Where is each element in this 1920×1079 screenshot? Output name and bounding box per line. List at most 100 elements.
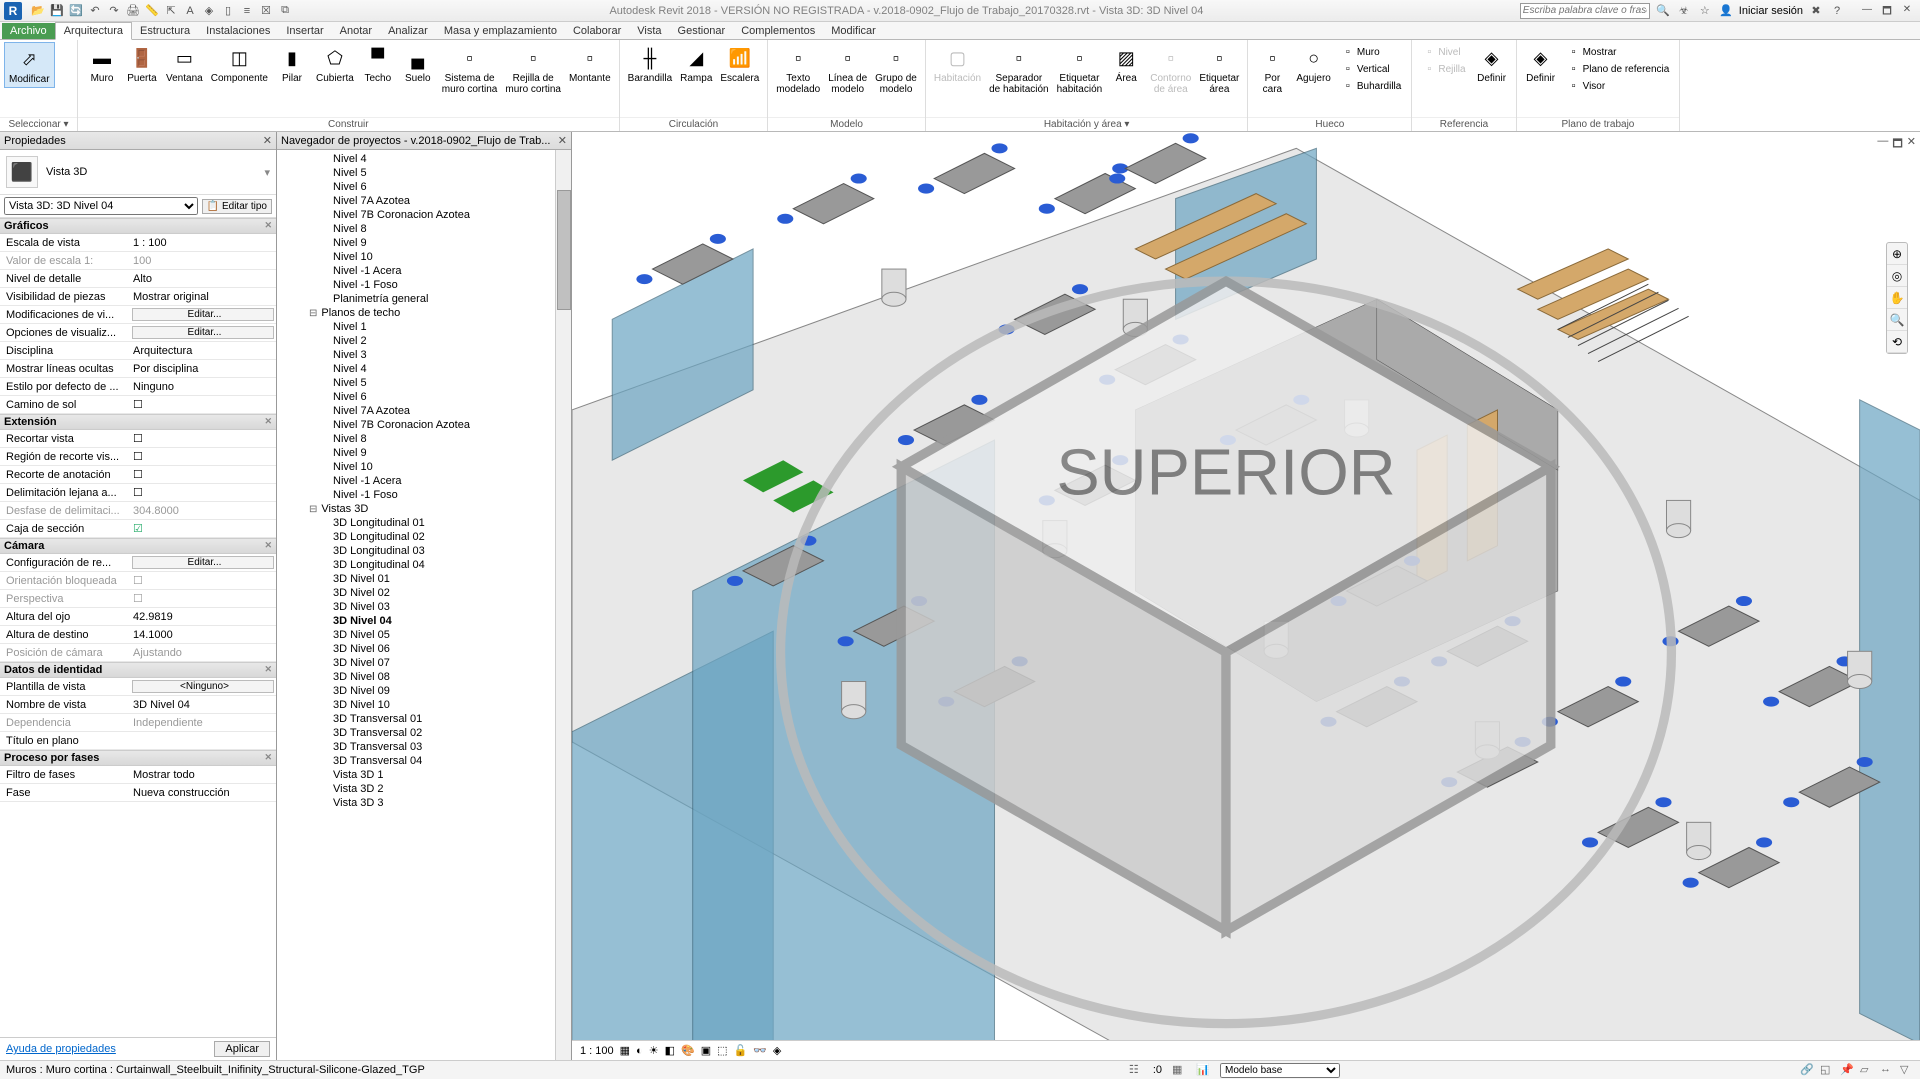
prop-value[interactable]: 1 : 100	[130, 237, 276, 249]
print-icon[interactable]: 🖨	[125, 3, 141, 19]
sun-icon[interactable]: ☀	[649, 1044, 659, 1057]
prop-group-gráficos[interactable]: Gráficos	[0, 218, 276, 234]
definir-tool[interactable]: ◈Definir	[1521, 42, 1561, 86]
browser-item[interactable]: Nivel 1	[277, 320, 571, 334]
browser-item[interactable]: Nivel 4	[277, 362, 571, 376]
browser-item[interactable]: Nivel 8	[277, 222, 571, 236]
steering-wheel-icon[interactable]: ◎	[1887, 265, 1907, 287]
lock-icon[interactable]: 🔓	[734, 1044, 748, 1057]
pan-icon[interactable]: ✋	[1887, 287, 1907, 309]
browser-item[interactable]: Vista 3D 2	[277, 782, 571, 796]
browser-item[interactable]: Nivel 3	[277, 348, 571, 362]
ventana-tool[interactable]: ▭Ventana	[162, 42, 207, 86]
prop-value[interactable]	[130, 450, 276, 463]
tab-anotar[interactable]: Anotar	[332, 23, 380, 39]
design-opt-icon[interactable]: 📊	[1196, 1063, 1210, 1077]
browser-item[interactable]: 3D Nivel 04	[277, 614, 571, 628]
prop-row[interactable]: Recortar vista	[0, 430, 276, 448]
properties-close-icon[interactable]: ✕	[263, 134, 272, 147]
view-area[interactable]: — 🗖 ✕	[572, 132, 1920, 1060]
search-icon[interactable]: 🔍	[1655, 3, 1671, 19]
nivel-tool[interactable]: ▫Nivel	[1420, 44, 1467, 60]
browser-item[interactable]: 3D Nivel 05	[277, 628, 571, 642]
rampa-tool[interactable]: ◢Rampa	[676, 42, 716, 86]
prop-group-proceso-por-fases[interactable]: Proceso por fases	[0, 750, 276, 766]
prop-row[interactable]: Estilo por defecto de ...Ninguno	[0, 378, 276, 396]
tab-colaborar[interactable]: Colaborar	[565, 23, 629, 39]
reveal-icon[interactable]: ◈	[773, 1044, 781, 1057]
definir-tool[interactable]: ◈Definir	[1472, 42, 1512, 86]
sistema-de-tool[interactable]: ▫Sistema demuro cortina	[438, 42, 502, 97]
measure-icon[interactable]: 📏	[144, 3, 160, 19]
browser-item[interactable]: Nivel 4	[277, 152, 571, 166]
tag-icon[interactable]: ◈	[201, 3, 217, 19]
browser-item[interactable]: Nivel -1 Foso	[277, 488, 571, 502]
prop-value[interactable]: Ajustando	[130, 647, 276, 659]
section-icon[interactable]: ▯	[220, 3, 236, 19]
tab-insertar[interactable]: Insertar	[278, 23, 331, 39]
prop-row[interactable]: FaseNueva construcción	[0, 784, 276, 802]
prop-value[interactable]: Mostrar todo	[130, 769, 276, 781]
scale-label[interactable]: 1 : 100	[580, 1045, 614, 1057]
prop-row[interactable]: Visibilidad de piezasMostrar original	[0, 288, 276, 306]
muro-tool[interactable]: ▬Muro	[82, 42, 122, 86]
tab-arquitectura[interactable]: Arquitectura	[55, 22, 132, 40]
orbit-icon[interactable]: ⟲	[1887, 331, 1907, 353]
apply-button[interactable]: Aplicar	[214, 1041, 270, 1057]
crop-region-icon[interactable]: ⬚	[717, 1044, 727, 1057]
prop-group-cámara[interactable]: Cámara	[0, 538, 276, 554]
componente-tool[interactable]: ◫Componente	[207, 42, 272, 86]
browser-item[interactable]: 3D Longitudinal 04	[277, 558, 571, 572]
separador-tool[interactable]: ▫Separadorde habitación	[985, 42, 1053, 97]
browser-item[interactable]: Planos de techo	[277, 306, 571, 320]
prop-row[interactable]: Altura del ojo42.9819	[0, 608, 276, 626]
properties-help-link[interactable]: Ayuda de propiedades	[6, 1043, 116, 1055]
prop-row[interactable]: Desfase de delimitaci...304.8000	[0, 502, 276, 520]
prop-value[interactable]: Independiente	[130, 717, 276, 729]
browser-item[interactable]: 3D Nivel 09	[277, 684, 571, 698]
etiquetar-tool[interactable]: ▫Etiquetarhabitación	[1053, 42, 1107, 97]
prop-value[interactable]: Alto	[130, 273, 276, 285]
browser-item[interactable]: 3D Transversal 02	[277, 726, 571, 740]
browser-item[interactable]: Nivel 6	[277, 390, 571, 404]
prop-group-extensión[interactable]: Extensión	[0, 414, 276, 430]
select-group-label[interactable]: Seleccionar ▾	[0, 117, 77, 131]
thin-lines-icon[interactable]: ≡	[239, 3, 255, 19]
cubierta-tool[interactable]: ⬠Cubierta	[312, 42, 358, 86]
help-icon[interactable]: ?	[1829, 3, 1845, 19]
align-icon[interactable]: ⇱	[163, 3, 179, 19]
buhardilla-tool[interactable]: ▫Buhardilla	[1339, 78, 1403, 94]
tab-masa y emplazamiento[interactable]: Masa y emplazamiento	[436, 23, 565, 39]
prop-row[interactable]: Configuración de re...Editar...	[0, 554, 276, 572]
undo-icon[interactable]: ↶	[87, 3, 103, 19]
browser-item[interactable]: 3D Nivel 01	[277, 572, 571, 586]
etiquetar-tool[interactable]: ▫Etiquetarárea	[1195, 42, 1243, 97]
browser-item[interactable]: 3D Nivel 08	[277, 670, 571, 684]
browser-item[interactable]: Nivel 10	[277, 250, 571, 264]
detail-icon[interactable]: ▦	[620, 1044, 630, 1057]
edit-type-button[interactable]: 📋 Editar tipo	[202, 199, 272, 214]
view-cube[interactable]: SUPERIOR	[572, 142, 1900, 1060]
prop-row[interactable]: Altura de destino14.1000	[0, 626, 276, 644]
drag-icon[interactable]: ↔	[1880, 1063, 1894, 1077]
browser-header[interactable]: Navegador de proyectos - v.2018-0902_Flu…	[277, 132, 571, 150]
login-link[interactable]: Iniciar sesión	[1739, 5, 1803, 17]
redo-icon[interactable]: ↷	[106, 3, 122, 19]
suelo-tool[interactable]: ▄Suelo	[398, 42, 438, 86]
navigation-bar[interactable]: ⊕ ◎ ✋ 🔍 ⟲	[1886, 242, 1908, 354]
contorno-tool[interactable]: ▫Contornode área	[1146, 42, 1195, 97]
filter-icon[interactable]: ▽	[1900, 1063, 1914, 1077]
close-view-icon[interactable]: ☒	[258, 3, 274, 19]
vertical-tool[interactable]: ▫Vertical	[1339, 61, 1403, 77]
prop-group-datos-de-identidad[interactable]: Datos de identidad	[0, 662, 276, 678]
prop-row[interactable]: Mostrar líneas ocultasPor disciplina	[0, 360, 276, 378]
text-icon[interactable]: A	[182, 3, 198, 19]
área-tool[interactable]: ▨Área	[1106, 42, 1146, 86]
properties-header[interactable]: Propiedades ✕	[0, 132, 276, 150]
puerta-tool[interactable]: 🚪Puerta	[122, 42, 162, 86]
habitación-tool[interactable]: ▢Habitación	[930, 42, 985, 86]
prop-row[interactable]: DisciplinaArquitectura	[0, 342, 276, 360]
full-nav-icon[interactable]: ⊕	[1887, 243, 1907, 265]
prop-row[interactable]: Título en plano	[0, 732, 276, 750]
restore-button[interactable]: 🗖	[1878, 4, 1896, 18]
